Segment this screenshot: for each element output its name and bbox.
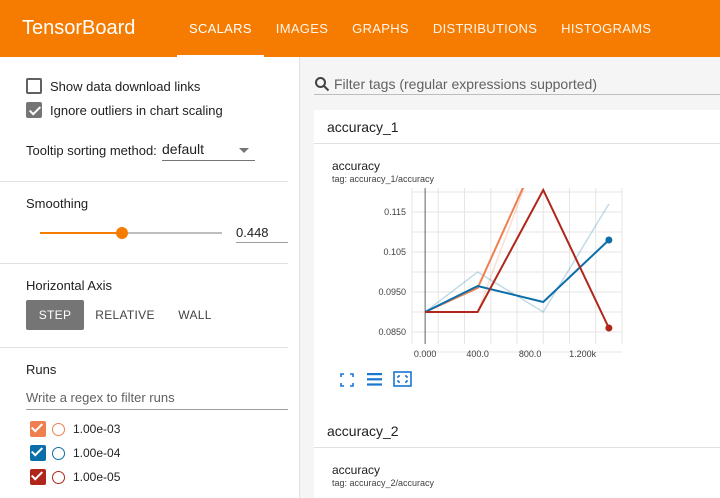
runs-label: Runs (26, 362, 57, 377)
y-tick-label: 0.115 (384, 207, 406, 217)
options-section (0, 57, 288, 182)
show-download-checkbox[interactable] (26, 78, 42, 94)
fullscreen-icon[interactable] (340, 373, 354, 387)
card-title: accuracy (332, 159, 381, 173)
show-download-option[interactable]: Show data download links (26, 78, 200, 94)
run-checkbox[interactable] (30, 421, 46, 437)
run-item[interactable]: 1.00e-03 (30, 421, 120, 437)
axis-wall-button[interactable]: WALL (170, 300, 220, 330)
app-title: TensorBoard (22, 17, 136, 39)
toggle-log-scale-icon[interactable] (366, 372, 383, 387)
run-name: 1.00e-04 (73, 446, 121, 460)
smoothing-value-input[interactable]: 0.448 (236, 223, 288, 243)
y-tick-label: 0.0850 (378, 327, 406, 337)
axis-relative-button[interactable]: RELATIVE (92, 300, 158, 330)
run-item[interactable]: 1.00e-05 (30, 469, 120, 485)
card-tag: tag: accuracy_1/accuracy (332, 174, 435, 184)
run-color-circle-icon[interactable] (52, 446, 65, 460)
y-tick-label: 0.0950 (378, 287, 406, 297)
tab-images[interactable]: IMAGES (264, 0, 340, 57)
run-checkbox[interactable] (30, 469, 46, 485)
card-tag: tag: accuracy_2/accuracy (332, 478, 435, 488)
run-name: 1.00e-05 (73, 470, 121, 484)
run-item[interactable]: 1.00e-04 (30, 445, 120, 461)
series-end-point (605, 236, 613, 244)
horizontal-axis-label: Horizontal Axis (26, 278, 112, 293)
y-tick-label: 0.105 (383, 247, 406, 257)
x-tick-label: 1.200k (569, 349, 597, 359)
tag-group-accuracy-1: accuracy_1 accuracy tag: accuracy_1/accu… (314, 110, 720, 414)
runs-filter-input[interactable]: Write a regex to filter runs (26, 390, 288, 410)
accuracy-chart[interactable]: 0.0850 0.0950 0.105 0.115 0.000 400.0 800.0 1.2… (332, 186, 632, 376)
show-download-label: Show data download links (50, 78, 201, 94)
ignore-outliers-label: Ignore outliers in chart scaling (50, 102, 223, 118)
smoothing-slider-fill (40, 232, 122, 234)
sidebar: Show data download links Ignore outliers… (0, 57, 300, 498)
run-name: 1.00e-03 (73, 422, 121, 436)
chevron-down-icon (239, 148, 249, 153)
tag-group-header[interactable]: accuracy_2 (314, 414, 720, 448)
card-title: accuracy (332, 463, 381, 477)
search-icon (315, 76, 330, 91)
series-end-point (605, 324, 613, 332)
nav-tabs: SCALARS IMAGES GRAPHS DISTRIBUTIONS HIST… (177, 0, 663, 57)
x-tick-label: 400.0 (466, 349, 489, 359)
tooltip-sorting-select[interactable]: default (162, 141, 255, 161)
smoothing-slider-thumb[interactable] (115, 227, 128, 239)
ignore-outliers-option[interactable]: Ignore outliers in chart scaling (26, 102, 223, 118)
tooltip-sorting-label: Tooltip sorting method: (26, 143, 157, 158)
run-color-circle-icon[interactable] (52, 422, 65, 436)
axis-step-button[interactable]: STEP (26, 300, 84, 330)
smoothing-slider[interactable] (40, 227, 222, 239)
tab-scalars[interactable]: SCALARS (177, 0, 264, 57)
tag-filter-placeholder: Filter tags (regular expressions support… (334, 75, 598, 92)
smoothing-label: Smoothing (26, 196, 89, 211)
tab-distributions[interactable]: DISTRIBUTIONS (421, 0, 549, 57)
run-checkbox[interactable] (30, 445, 46, 461)
ignore-outliers-checkbox[interactable] (26, 102, 42, 118)
x-tick-label: 0.000 (414, 349, 437, 359)
tooltip-sorting-value: default (162, 141, 205, 157)
run-color-circle-icon[interactable] (52, 470, 65, 484)
tag-group-accuracy-2: accuracy_2 accuracy tag: accuracy_2/accu… (314, 414, 720, 498)
main-content: Filter tags (regular expressions support… (300, 57, 720, 498)
fit-domain-icon[interactable] (393, 371, 412, 387)
series-smoothed-line (424, 188, 524, 313)
tag-group-header[interactable]: accuracy_1 (314, 110, 720, 144)
top-app-bar: TensorBoard SCALARS IMAGES GRAPHS DISTRI… (0, 0, 720, 57)
tab-histograms[interactable]: HISTOGRAMS (549, 0, 663, 57)
x-tick-label: 800.0 (519, 349, 542, 359)
tag-filter-input[interactable]: Filter tags (regular expressions support… (314, 73, 720, 95)
tab-graphs[interactable]: GRAPHS (340, 0, 421, 57)
